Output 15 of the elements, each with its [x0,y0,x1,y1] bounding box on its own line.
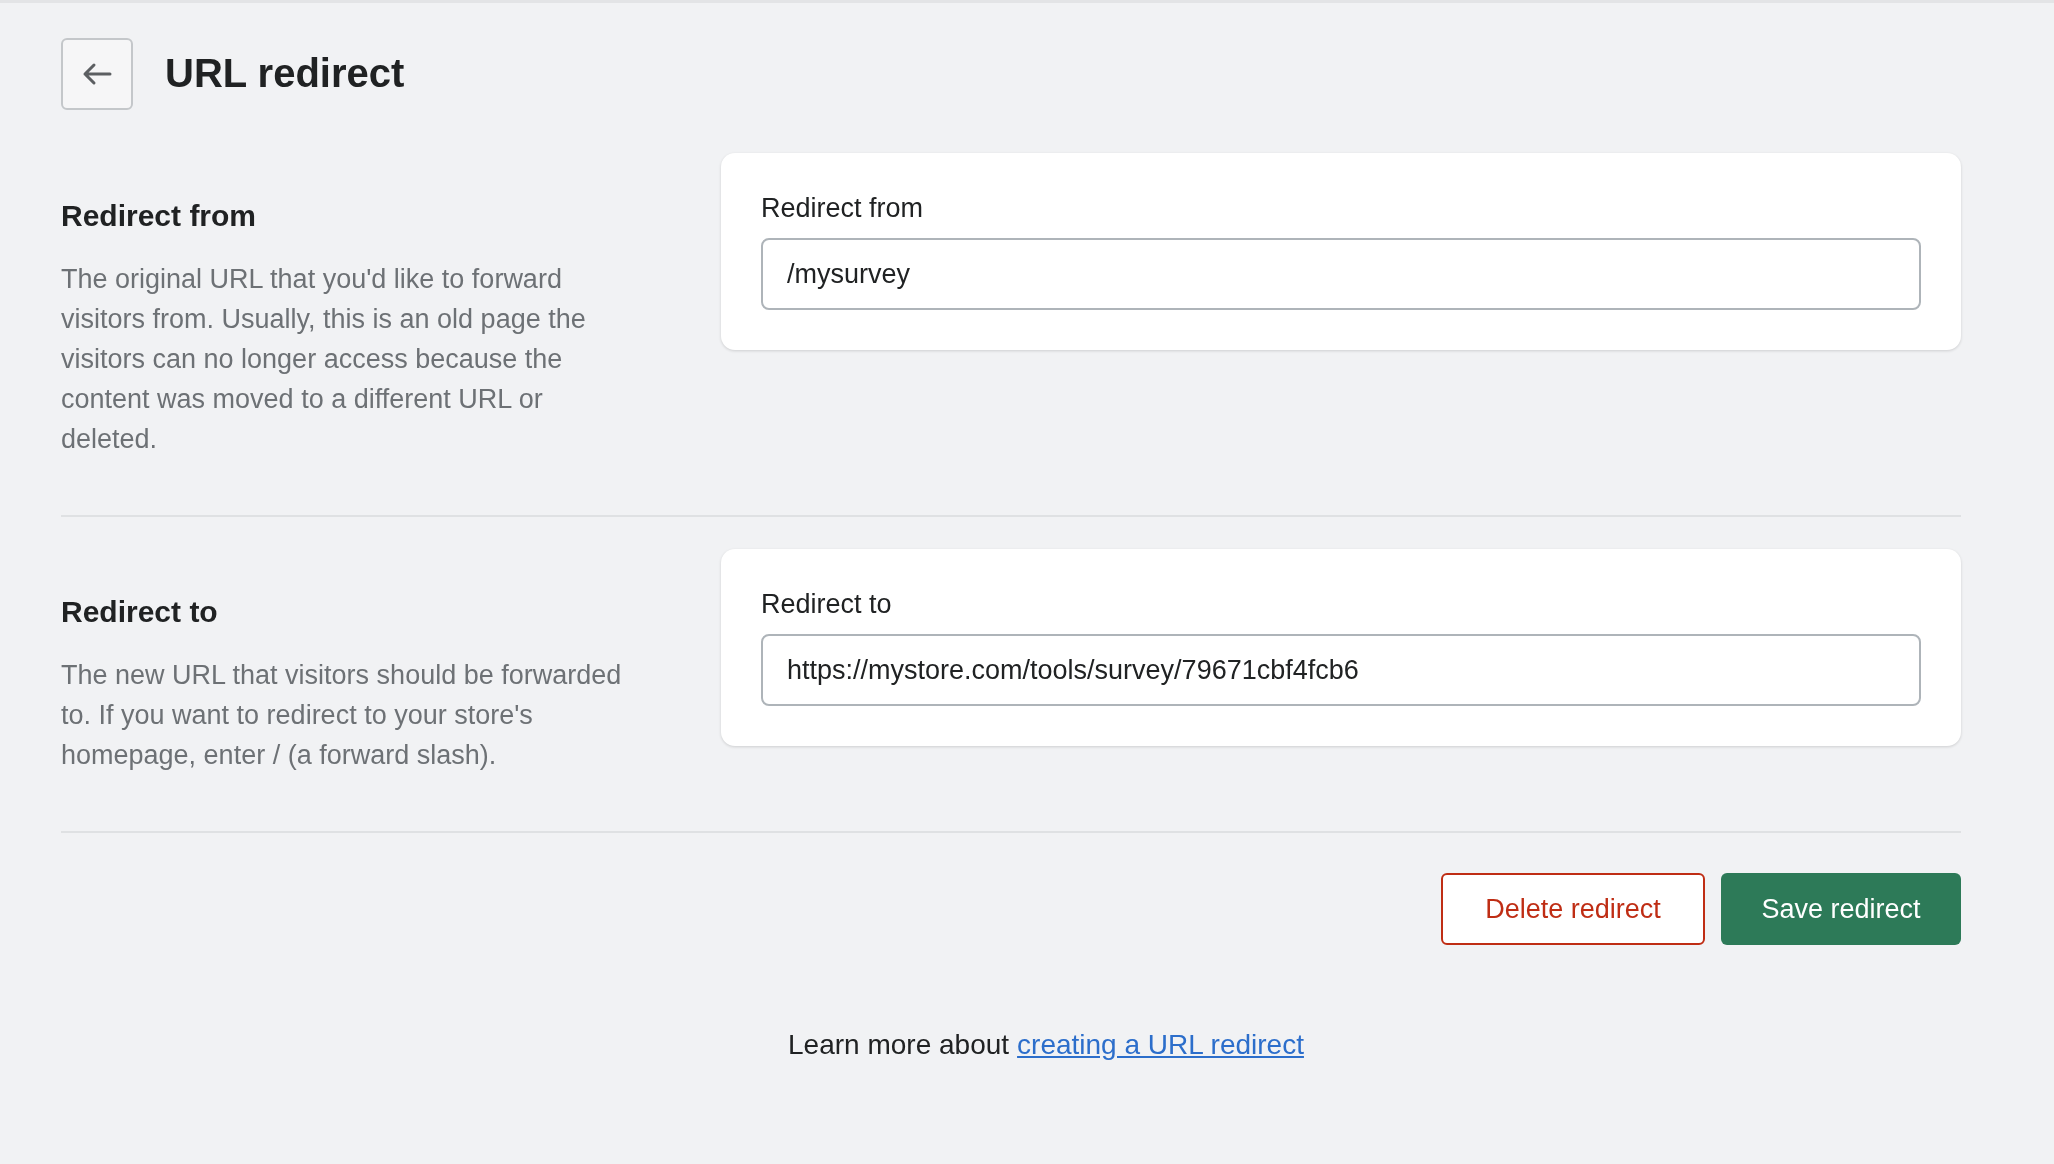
delete-button[interactable]: Delete redirect [1441,873,1705,945]
back-arrow-icon [82,61,112,86]
section-heading: Redirect from [61,199,258,233]
section-description: The new URL that visitors should be forwarded to. If you want to redirect to your store's homepage, enter / (a forward slash). [61,659,623,772]
save-button[interactable]: Save redirect [1721,873,1961,945]
section-heading: Redirect to [61,595,219,629]
url-input-field[interactable]: https://mystore.com/tools/survey/79671cbf4fcb6 [761,634,1921,706]
field-label: Redirect from [761,193,925,224]
section-description: The original URL that you'd like to forward visitors from. Usually, this is an old page the visitors can no longer access because the content was moved to a different URL or deleted. [61,263,587,456]
field-label: Redirect to [761,589,893,620]
help-link[interactable]: creating a URL redirect [1017,1029,1304,1060]
page-title: URL redirect [165,51,405,96]
footer-text: Learn more about [788,1029,1010,1060]
url-input-field[interactable]: /mysurvey [761,238,1921,310]
back-button[interactable] [61,37,133,110]
